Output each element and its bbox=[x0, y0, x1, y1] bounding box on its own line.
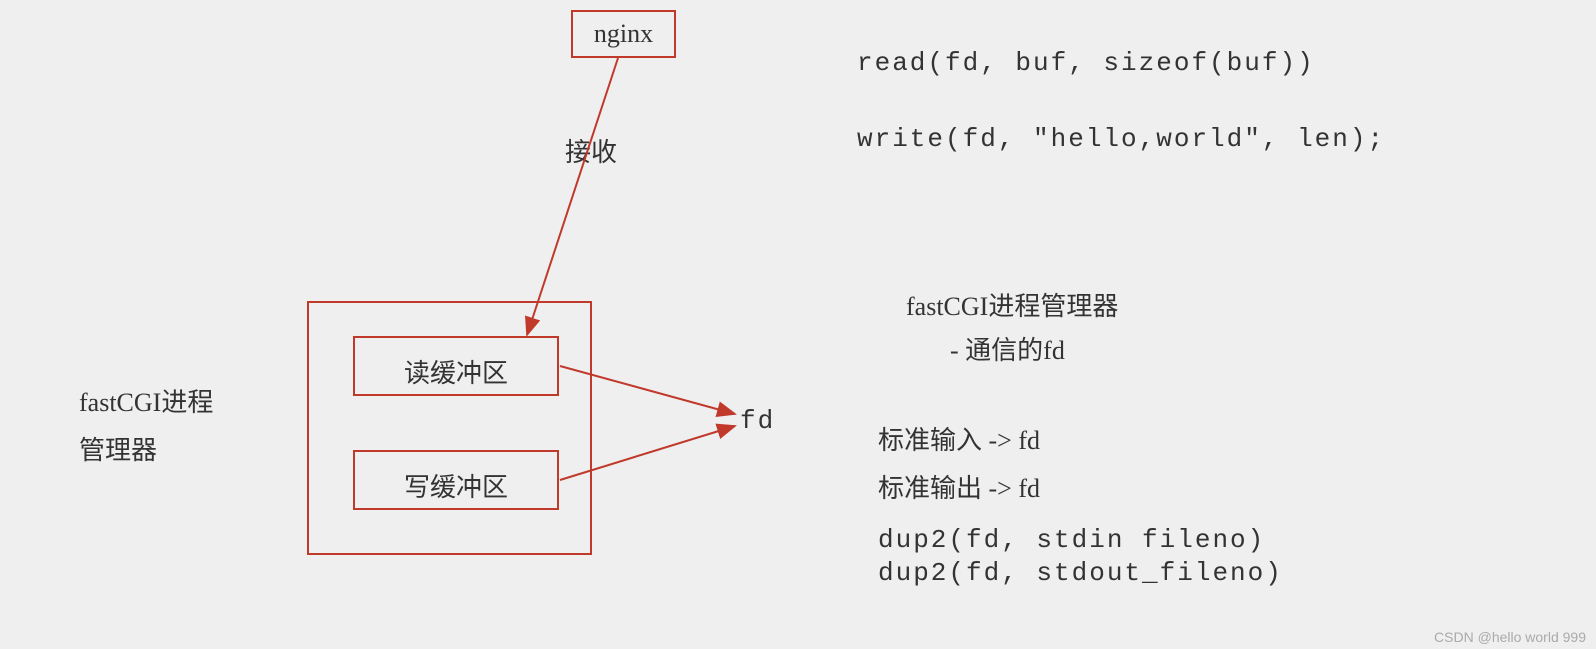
pm-bullet: - 通信的fd bbox=[950, 330, 1065, 367]
read-buffer-label: 读缓冲区 bbox=[404, 353, 508, 390]
nginx-box: nginx bbox=[571, 10, 676, 58]
write-buffer-box: 写缓冲区 bbox=[353, 450, 559, 510]
stdin-line: 标准输入 -> fd bbox=[878, 420, 1040, 457]
arrows-layer bbox=[0, 0, 1596, 649]
fd-label: fd bbox=[740, 406, 775, 436]
pm-title: fastCGI进程管理器 bbox=[906, 286, 1118, 323]
left-label-line2: 管理器 bbox=[79, 430, 157, 467]
arrow-nginx-to-readbuffer bbox=[527, 58, 618, 335]
dup2-stdin: dup2(fd, stdin fileno) bbox=[878, 525, 1265, 555]
dup2-stdout: dup2(fd, stdout_fileno) bbox=[878, 558, 1283, 588]
watermark: CSDN @hello world 999 bbox=[1434, 629, 1586, 645]
write-buffer-label: 写缓冲区 bbox=[404, 467, 508, 504]
nginx-label: nginx bbox=[594, 19, 653, 49]
read-call: read(fd, buf, sizeof(buf)) bbox=[857, 48, 1315, 78]
stdout-line: 标准输出 -> fd bbox=[878, 468, 1040, 505]
write-call: write(fd, "hello,world", len); bbox=[857, 124, 1385, 154]
receive-label: 接收 bbox=[565, 132, 617, 169]
left-label-line1: fastCGI进程 bbox=[79, 382, 213, 419]
read-buffer-box: 读缓冲区 bbox=[353, 336, 559, 396]
